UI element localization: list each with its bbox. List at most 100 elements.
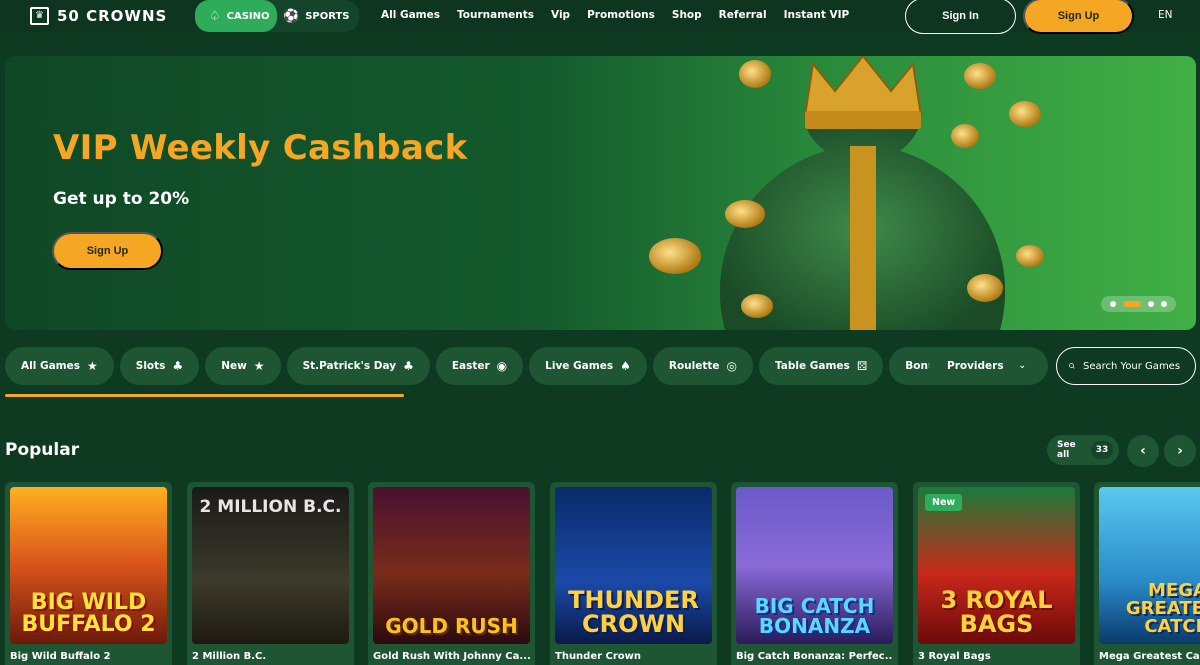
nav-instant-vip[interactable]: Instant VIP bbox=[784, 9, 850, 21]
game-name[interactable]: Mega Greatest Ca... bbox=[1099, 651, 1200, 662]
clover-icon: ♣ bbox=[403, 359, 414, 373]
see-all-button[interactable]: See all 33 bbox=[1047, 435, 1119, 465]
game-thumbnail[interactable]: GOLD RUSH bbox=[373, 487, 530, 644]
category-tabs: All Games ★ Slots ♣ New ★ St.Patrick's D… bbox=[5, 347, 971, 385]
game-thumbnail[interactable]: MEGA GREATEST CATCH bbox=[1099, 487, 1200, 644]
category-label: St.Patrick's Day bbox=[302, 360, 397, 372]
game-card[interactable]: BIG CATCH BONANZA Big Catch Bonanza: Per… bbox=[731, 482, 898, 665]
star-icon: ★ bbox=[87, 359, 98, 373]
game-thumbnail[interactable]: BIG WILD BUFFALO 2 bbox=[10, 487, 167, 644]
game-search bbox=[1056, 347, 1196, 385]
category-st-patricks-day[interactable]: St.Patrick's Day ♣ bbox=[286, 347, 430, 385]
crown-icon: ♛ bbox=[30, 7, 49, 25]
money-bag-illustration bbox=[649, 56, 1044, 330]
carousel-dot[interactable] bbox=[1160, 301, 1167, 307]
casino-tab-label: CASINO bbox=[226, 10, 270, 22]
game-card[interactable]: BIG WILD BUFFALO 2 Big Wild Buffalo 2 bbox=[5, 482, 172, 665]
nav-promotions[interactable]: Promotions bbox=[587, 9, 655, 21]
sports-tab-label: SPORTS bbox=[305, 10, 350, 22]
category-live-games[interactable]: Live Games ♠ bbox=[529, 347, 647, 385]
game-art-title: BIG WILD BUFFALO 2 bbox=[21, 590, 156, 637]
game-art-title: 3 ROYAL BAGS bbox=[940, 586, 1053, 638]
game-name[interactable]: Big Catch Bonanza: Perfec... bbox=[736, 651, 893, 662]
chevron-left-icon: ‹ bbox=[1140, 443, 1146, 459]
carousel-dot[interactable] bbox=[1110, 301, 1117, 307]
nav-referral[interactable]: Referral bbox=[719, 9, 767, 21]
category-label: All Games bbox=[21, 360, 80, 372]
carousel-dots bbox=[1101, 296, 1176, 312]
banner-title: VIP Weekly Cashback bbox=[53, 128, 468, 168]
carousel-dot-active[interactable] bbox=[1123, 301, 1142, 307]
providers-dropdown[interactable]: Providers ⌄ bbox=[929, 347, 1048, 385]
game-name[interactable]: 2 Million B.C. bbox=[192, 651, 349, 662]
game-thumbnail[interactable]: THUNDER CROWN bbox=[555, 487, 712, 644]
games-count-badge: 33 bbox=[1091, 441, 1113, 459]
cherries-icon: ♣ bbox=[172, 359, 184, 373]
new-badge: New bbox=[925, 494, 963, 511]
category-label: Slots bbox=[135, 360, 166, 372]
category-label: Roulette bbox=[668, 360, 720, 372]
game-card[interactable]: MEGA GREATEST CATCH Mega Greatest Ca... bbox=[1094, 482, 1200, 665]
banner-subtitle: Get up to 20% bbox=[53, 189, 190, 209]
game-card[interactable]: THUNDER CROWN Thunder Crown bbox=[550, 482, 717, 665]
category-new[interactable]: New ★ bbox=[205, 347, 281, 385]
sign-in-button[interactable]: Sign In bbox=[905, 0, 1016, 34]
chevron-down-icon: ⌄ bbox=[1018, 361, 1026, 371]
game-art-title: 2 MILLION B.C. bbox=[199, 497, 342, 517]
nav-shop[interactable]: Shop bbox=[672, 9, 702, 21]
sign-up-button[interactable]: Sign Up bbox=[1023, 0, 1134, 34]
spade-icon: ♠ bbox=[620, 359, 631, 373]
game-art-title: BIG CATCH BONANZA bbox=[754, 594, 875, 638]
logo-text: 50 CROWNS bbox=[57, 7, 168, 25]
category-label: Easter bbox=[451, 360, 490, 372]
roulette-icon: ◎ bbox=[726, 359, 737, 373]
section-title-popular: Popular bbox=[5, 440, 80, 460]
casino-tab[interactable]: ♤ CASINO bbox=[195, 0, 277, 32]
providers-label: Providers bbox=[947, 360, 1004, 372]
nav-all-games[interactable]: All Games bbox=[381, 9, 440, 21]
spade-icon: ♤ bbox=[209, 8, 221, 24]
logo[interactable]: ♛ 50 CROWNS bbox=[30, 7, 167, 25]
dice-icon: ⚄ bbox=[856, 359, 868, 373]
category-scroll-indicator bbox=[5, 394, 404, 397]
game-name[interactable]: Thunder Crown bbox=[555, 651, 712, 662]
search-icon bbox=[1069, 363, 1075, 369]
top-header: ♛ 50 CROWNS ♤ CASINO ⚽ SPORTS All Games … bbox=[0, 0, 1200, 34]
language-selector[interactable]: EN bbox=[1158, 9, 1173, 21]
category-table-games[interactable]: Table Games ⚄ bbox=[759, 347, 884, 385]
mode-switch: ♤ CASINO ⚽ SPORTS bbox=[195, 0, 359, 32]
nav-vip[interactable]: Vip bbox=[551, 9, 570, 21]
soccer-ball-icon: ⚽ bbox=[283, 8, 300, 24]
game-card[interactable]: New 3 ROYAL BAGS 3 Royal Bags bbox=[913, 482, 1080, 665]
easter-egg-icon: ◉ bbox=[496, 359, 508, 373]
game-name[interactable]: Gold Rush With Johnny Ca... bbox=[373, 651, 530, 662]
game-thumbnail[interactable]: New 3 ROYAL BAGS bbox=[918, 487, 1075, 644]
main-nav: All Games Tournaments Vip Promotions Sho… bbox=[381, 9, 866, 21]
chevron-right-icon: › bbox=[1177, 443, 1183, 459]
game-card[interactable]: 2 MILLION B.C. 2 Million B.C. bbox=[187, 482, 354, 665]
see-all-label: See all bbox=[1057, 440, 1076, 460]
category-slots[interactable]: Slots ♣ bbox=[119, 347, 200, 385]
carousel-prev-button[interactable]: ‹ bbox=[1127, 435, 1159, 467]
game-card[interactable]: GOLD RUSH Gold Rush With Johnny Ca... bbox=[368, 482, 535, 665]
game-art-title: GOLD RUSH bbox=[385, 614, 518, 638]
search-input[interactable] bbox=[1083, 360, 1183, 372]
carousel-next-button[interactable]: › bbox=[1164, 435, 1196, 467]
category-roulette[interactable]: Roulette ◎ bbox=[652, 347, 753, 385]
banner-sign-up-button[interactable]: Sign Up bbox=[52, 232, 163, 270]
promo-banner[interactable]: VIP Weekly Cashback Get up to 20% Sign U… bbox=[5, 56, 1196, 330]
sports-tab[interactable]: ⚽ SPORTS bbox=[277, 0, 364, 32]
carousel-dot[interactable] bbox=[1147, 301, 1154, 307]
star-icon: ★ bbox=[253, 359, 265, 373]
game-name[interactable]: Big Wild Buffalo 2 bbox=[10, 651, 167, 662]
category-label: Table Games bbox=[775, 360, 850, 372]
category-easter[interactable]: Easter ◉ bbox=[435, 347, 524, 385]
game-art-title: MEGA GREATEST CATCH bbox=[1125, 580, 1200, 637]
category-label: New bbox=[221, 360, 247, 372]
game-art-title: THUNDER CROWN bbox=[568, 586, 699, 638]
game-name[interactable]: 3 Royal Bags bbox=[918, 651, 1075, 662]
game-thumbnail[interactable]: BIG CATCH BONANZA bbox=[736, 487, 893, 644]
game-thumbnail[interactable]: 2 MILLION B.C. bbox=[192, 487, 349, 644]
category-all-games[interactable]: All Games ★ bbox=[5, 347, 114, 385]
nav-tournaments[interactable]: Tournaments bbox=[457, 9, 534, 21]
